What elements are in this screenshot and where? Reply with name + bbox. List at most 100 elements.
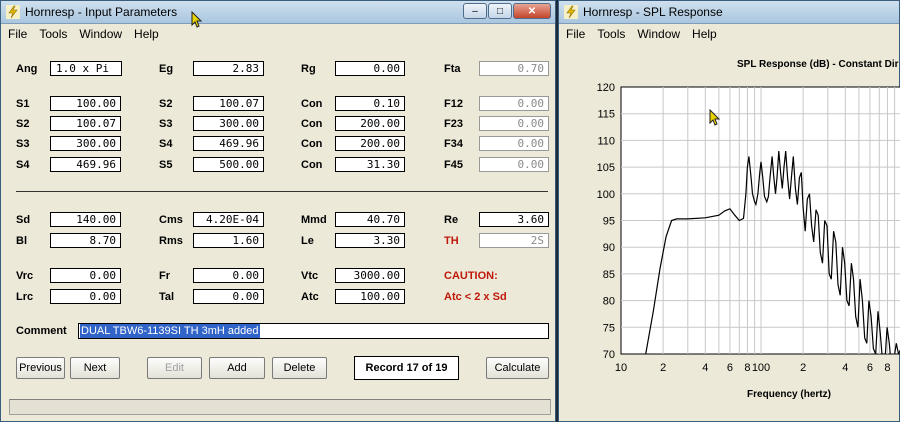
previous-button[interactable]: Previous [16,357,65,379]
label-re: Re [444,214,459,226]
rg-field[interactable]: 0.00 [335,61,405,76]
calculate-button[interactable]: Calculate [486,357,549,379]
x-tick-label: 8 [884,362,890,374]
label-tal: Tal [159,291,175,303]
x-tick-label: 4 [702,362,708,374]
f12-field: 0.00 [479,96,549,111]
input-window-titlebar[interactable]: Hornresp - Input Parameters – □ ✕ [1,1,555,24]
f34-field: 0.00 [479,136,549,151]
y-tick-label: 95 [603,216,615,228]
label-f23: F23 [444,118,463,130]
x-tick-label: 4 [842,362,848,374]
fr-field[interactable]: 0.00 [193,268,264,283]
status-bar [9,399,551,415]
label-s3: S3 [159,118,173,130]
comment-selected-text: DUAL TBW6-1139SI TH 3mH added [80,324,260,338]
label-fta: Fta [444,63,461,75]
maximize-button[interactable]: □ [488,3,512,19]
label-s3-row4: S3 [16,138,30,150]
label-s5: S5 [159,159,173,171]
next-button[interactable]: Next [70,357,120,379]
menu-window[interactable]: Window [632,27,685,41]
vrc-field[interactable]: 0.00 [50,268,121,283]
spl-response-window: Hornresp - SPL Response File Tools Windo… [558,0,900,422]
menu-help[interactable]: Help [129,27,164,41]
section-divider [16,191,548,192]
label-atc: Atc [301,291,319,303]
menu-help[interactable]: Help [687,27,722,41]
label-th: TH [444,235,459,247]
x-tick-label: 6 [867,362,873,374]
label-lrc: Lrc [16,291,34,303]
eg-field[interactable]: 2.83 [193,61,264,76]
add-button[interactable]: Add [209,357,265,379]
delete-button[interactable]: Delete [272,357,327,379]
hornresp-app-icon [564,5,578,19]
label-con-2: Con [301,118,323,130]
menu-tools[interactable]: Tools [34,27,72,41]
mmd-field[interactable]: 40.70 [335,212,405,227]
s2b-field[interactable]: 100.07 [50,116,121,131]
input-window-menubar: File Tools Window Help [1,24,555,44]
s4-field[interactable]: 469.96 [193,136,264,151]
close-button[interactable]: ✕ [513,3,551,19]
label-rms: Rms [159,235,183,247]
rms-field[interactable]: 1.60 [193,233,264,248]
s5-field[interactable]: 500.00 [193,157,264,172]
s3-field[interactable]: 300.00 [193,116,264,131]
vtc-field[interactable]: 3000.00 [335,268,405,283]
label-s1: S1 [16,98,30,110]
label-con-4: Con [301,159,323,171]
label-f45: F45 [444,159,463,171]
lrc-field[interactable]: 0.00 [50,289,121,304]
con3-field[interactable]: 200.00 [335,136,405,151]
x-tick-label: 100 [752,362,770,374]
chart-title: SPL Response (dB) - Constant Dir [737,59,899,70]
cms-field[interactable]: 4.20E-04 [193,212,264,227]
mouse-cursor-icon [709,109,721,126]
ang-field[interactable]: 1.0 x Pi [50,61,122,76]
caution-label: CAUTION: [444,270,498,282]
input-parameters-window: Hornresp - Input Parameters – □ ✕ File T… [0,0,556,422]
label-bl: Bl [16,235,27,247]
maximize-icon: □ [496,6,504,17]
x-tick-label: 2 [800,362,806,374]
spl-window-titlebar[interactable]: Hornresp - SPL Response [559,1,899,24]
x-tick-label: 10 [615,362,627,374]
menu-window[interactable]: Window [74,27,127,41]
s2-field[interactable]: 100.07 [193,96,264,111]
atc-field[interactable]: 100.00 [335,289,405,304]
f23-field: 0.00 [479,116,549,131]
le-field[interactable]: 3.30 [335,233,405,248]
caution-message: Atc < 2 x Sd [444,291,507,303]
comment-input[interactable]: DUAL TBW6-1139SI TH 3mH added [78,323,549,339]
menu-file[interactable]: File [561,27,590,41]
label-f12: F12 [444,98,463,110]
y-tick-label: 110 [597,135,615,147]
re-field[interactable]: 3.60 [479,212,549,227]
label-cms: Cms [159,214,183,226]
con1-field[interactable]: 0.10 [335,96,405,111]
menu-file[interactable]: File [3,27,32,41]
sd-field[interactable]: 140.00 [50,212,121,227]
s3b-field[interactable]: 300.00 [50,136,121,151]
spl-window-title: Hornresp - SPL Response [583,5,723,19]
minimize-button[interactable]: – [463,3,487,19]
record-indicator: Record 17 of 19 [354,356,459,380]
tal-field[interactable]: 0.00 [193,289,264,304]
hornresp-app-icon [6,5,20,19]
y-tick-label: 70 [603,349,615,361]
bl-field[interactable]: 8.70 [50,233,121,248]
label-s2-row3: S2 [16,118,30,130]
y-tick-label: 115 [597,109,615,121]
con4-field[interactable]: 31.30 [335,157,405,172]
y-tick-label: 120 [597,82,615,94]
x-tick-label: 8 [744,362,750,374]
edit-button: Edit [147,357,202,379]
y-tick-label: 85 [603,269,615,281]
label-ang: Ang [16,63,38,75]
con2-field[interactable]: 200.00 [335,116,405,131]
menu-tools[interactable]: Tools [592,27,630,41]
s4b-field[interactable]: 469.96 [50,157,121,172]
s1-field[interactable]: 100.00 [50,96,121,111]
